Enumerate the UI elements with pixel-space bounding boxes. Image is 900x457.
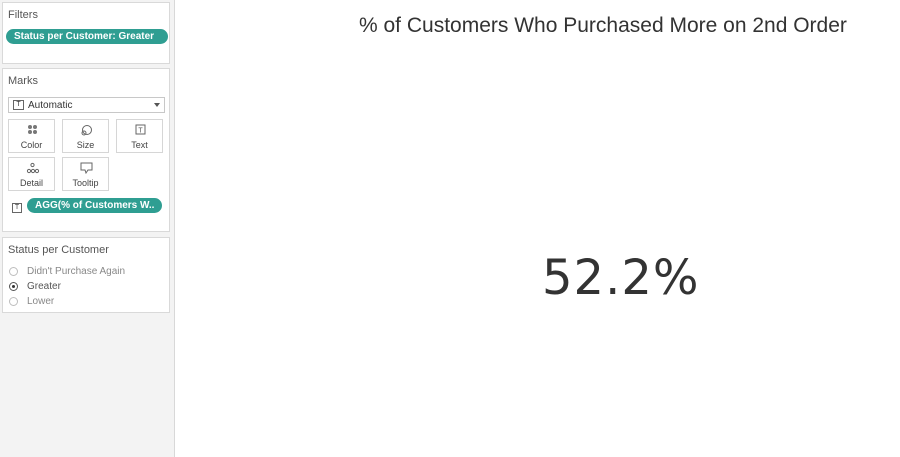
svg-text:T: T [138, 128, 143, 135]
radio-button-selected[interactable] [9, 282, 18, 291]
viz-canvas[interactable]: % of Customers Who Purchased More on 2nd… [176, 0, 900, 457]
color-button[interactable]: Color [8, 119, 55, 153]
status-filter-card: Status per Customer Didn't Purchase Agai… [2, 237, 170, 313]
text-mark-icon: T [13, 100, 24, 110]
filters-title: Filters [8, 9, 38, 21]
mark-type-dropdown[interactable]: T Automatic [8, 97, 165, 113]
marks-title: Marks [8, 75, 38, 87]
kpi-value[interactable]: 52.2% [542, 250, 699, 306]
size-button-label: Size [76, 140, 95, 150]
status-filter-title: Status per Customer [8, 244, 109, 256]
text-button-label: Text [131, 140, 148, 150]
radio-button[interactable] [9, 267, 18, 276]
text-encoding-icon: T [12, 203, 22, 213]
chevron-down-icon [154, 103, 160, 107]
marks-card: Marks T Automatic Color Size T Text Deta… [2, 68, 170, 232]
measure-pill[interactable]: AGG(% of Customers W.. [27, 198, 162, 213]
tooltip-icon [80, 162, 93, 174]
radio-button[interactable] [9, 297, 18, 306]
text-icon: T [135, 124, 146, 135]
detail-button-label: Detail [19, 178, 43, 188]
left-panel: Filters Status per Customer: Greater Mar… [0, 0, 175, 457]
mark-type-label: Automatic [28, 100, 73, 111]
radio-option-label: Lower [27, 296, 55, 307]
text-button[interactable]: T Text [116, 119, 163, 153]
radio-option-label: Didn't Purchase Again [27, 266, 126, 277]
size-button[interactable]: Size [62, 119, 109, 153]
detail-button[interactable]: Detail [8, 157, 55, 191]
tooltip-button-label: Tooltip [72, 178, 99, 188]
radio-option-label: Greater [27, 281, 61, 292]
size-icon [81, 125, 92, 136]
filters-card: Filters Status per Customer: Greater [2, 2, 170, 64]
color-button-label: Color [20, 140, 43, 150]
viz-title: % of Customers Who Purchased More on 2nd… [359, 14, 847, 37]
color-icon [28, 125, 37, 134]
filter-pill-status[interactable]: Status per Customer: Greater [6, 29, 168, 44]
tooltip-button[interactable]: Tooltip [62, 157, 109, 191]
detail-icon [26, 162, 40, 174]
